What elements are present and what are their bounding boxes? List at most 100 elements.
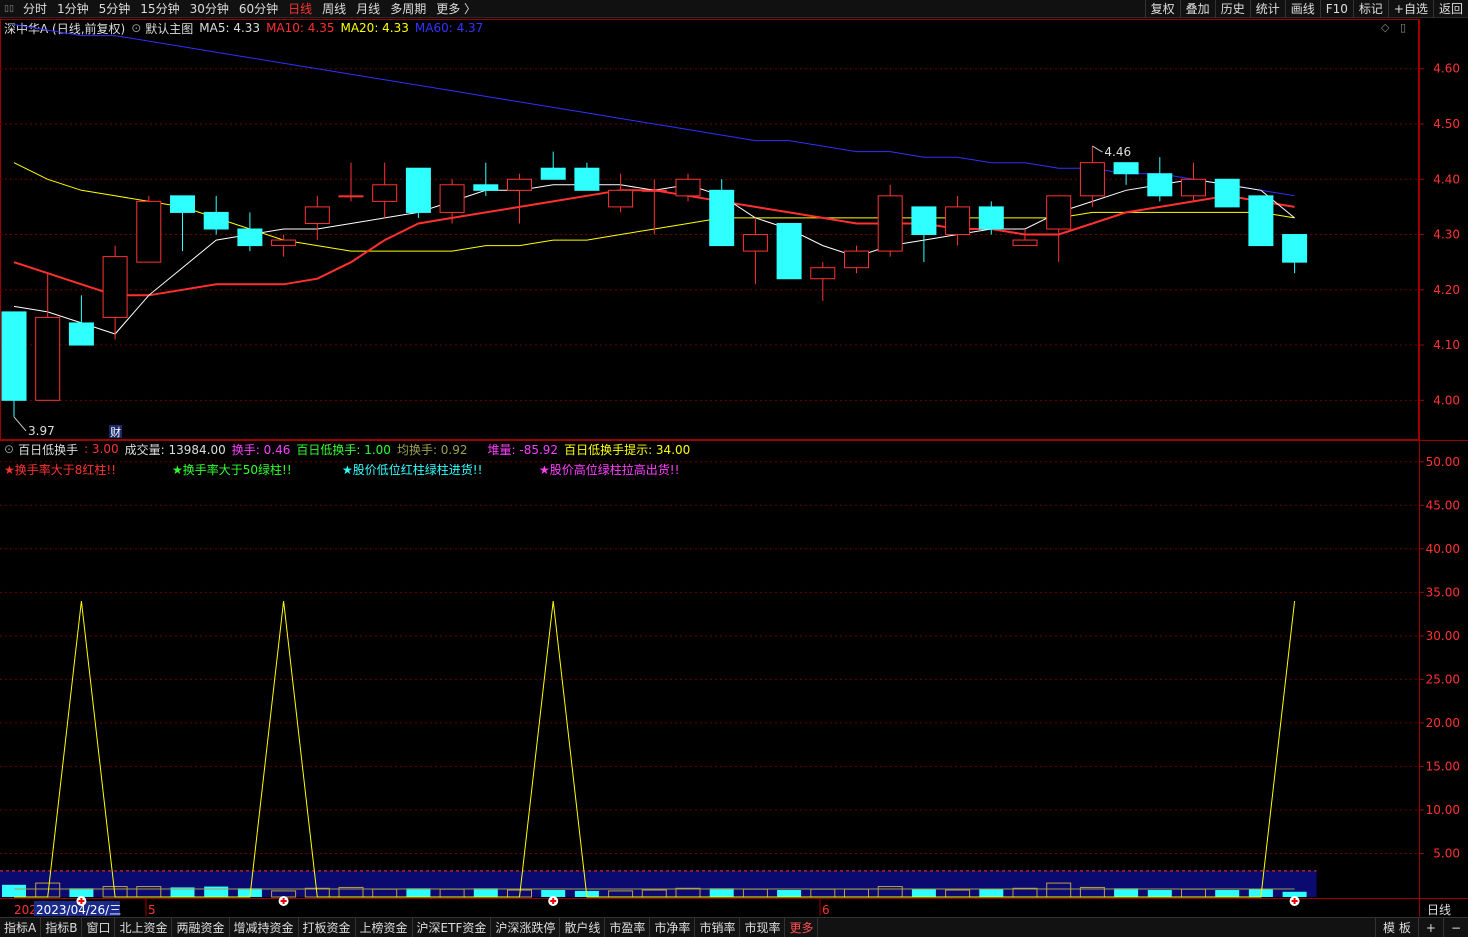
bottom-tab-12[interactable]: 市净率 (650, 917, 696, 937)
period-tab-10[interactable]: 更多 〉 (431, 0, 481, 18)
period-tab-5[interactable]: 60分钟 (234, 0, 283, 18)
candle (1147, 157, 1173, 202)
month-6-label: 6 (822, 903, 830, 917)
candle-body-down (68, 322, 94, 346)
candle-body-down (1, 311, 27, 401)
candle-body-up (304, 206, 330, 224)
candle-body-up (1046, 195, 1072, 230)
bottom-right-button-2[interactable]: − (1442, 918, 1468, 937)
sub-tick-label: 30.00 (1426, 629, 1460, 643)
bottom-tab-8[interactable]: 沪深ETF资金 (413, 917, 492, 937)
bottom-tab-14[interactable]: 市现率 (740, 917, 786, 937)
bottom-tab-1[interactable]: 指标B (41, 917, 83, 937)
period-tab-8[interactable]: 月线 (351, 0, 385, 18)
bottom-tab-2[interactable]: 窗口 (82, 917, 116, 937)
turnover-bar-down (69, 888, 94, 897)
candle-body-up (1181, 178, 1206, 197)
kline-chart[interactable]: 4.60 4.50 4.40 4.30 4.20 4.10 4.00 50.00 45.00 4… (0, 19, 1468, 917)
hint-line (14, 600, 1296, 898)
period-tab-4[interactable]: 30分钟 (185, 0, 234, 18)
candle-body-up (608, 189, 634, 208)
candle-body-down (473, 184, 499, 191)
toolbar-button-8[interactable]: 返回 (1432, 0, 1468, 18)
candle-body-up (507, 178, 532, 191)
bottom-tab-0[interactable]: 指标A (0, 917, 42, 937)
candle (1012, 229, 1038, 247)
bottom-tab-11[interactable]: 市盈率 (605, 917, 651, 937)
turnover-bar-down (979, 889, 1004, 897)
bottom-tab-bar: 指标A 指标B 窗口 北上资金 两融资金 增减持资金 打板资金 上榜资金 沪深ETF资金 沪深涨跌… (0, 917, 1468, 937)
candle-body-down (170, 195, 195, 213)
candle (742, 217, 768, 285)
candle-body-down (237, 228, 263, 247)
candle (1, 311, 27, 417)
candle-body-down (1282, 234, 1308, 263)
bottom-tab-4[interactable]: 两融资金 (172, 917, 230, 937)
toolbar-button-7[interactable]: +自选 (1387, 0, 1433, 18)
toolbar-button-4[interactable]: 画线 (1284, 0, 1320, 18)
period-tab-9[interactable]: 多周期 (385, 0, 431, 18)
candle (709, 179, 735, 247)
sub-tick-label: 15.00 (1426, 759, 1460, 773)
candle-body-up (641, 189, 667, 192)
toolbar-button-5[interactable]: F10 (1319, 0, 1353, 18)
candle (405, 167, 431, 218)
bottom-tab-9[interactable]: 沪深涨跌停 (491, 917, 561, 937)
candle-body-up (877, 195, 903, 252)
turnover-bar-down (709, 888, 734, 897)
candle (338, 162, 364, 202)
date-axis: 202 2023/04/26/三 5 6 日线 (14, 896, 1451, 917)
period-tab-1[interactable]: 1分钟 (52, 0, 94, 18)
period-tab-6[interactable]: 日线 (283, 0, 317, 18)
high-label: 4.46 (1104, 145, 1131, 159)
bottom-right-button-1[interactable]: + (1417, 918, 1443, 937)
bottom-right-button-0[interactable]: 模 板 (1375, 918, 1418, 937)
bottom-tab-10[interactable]: 散户线 (560, 917, 606, 937)
candle (540, 151, 566, 180)
candle (1079, 146, 1105, 207)
candle-body-down (405, 167, 431, 213)
candle (170, 195, 195, 252)
turnover-bar-down (1147, 890, 1172, 897)
bottom-tab-6[interactable]: 打板资金 (299, 917, 356, 937)
candle (945, 195, 971, 246)
hint-line-path (14, 600, 1296, 898)
toolbar-button-0[interactable]: 复权 (1144, 0, 1180, 18)
candle (810, 262, 836, 301)
candle-body-down (1113, 162, 1139, 175)
period-tab-2[interactable]: 5分钟 (94, 0, 136, 18)
price-tick-label: 4.10 (1433, 338, 1460, 352)
candle (844, 245, 869, 274)
period-tab-3[interactable]: 15分钟 (135, 0, 184, 18)
turnover-bar-down (1215, 890, 1240, 897)
candle-body-up (945, 206, 971, 236)
candle (574, 162, 600, 191)
candle (304, 195, 330, 241)
bottom-tab-3[interactable]: 北上资金 (115, 917, 173, 937)
price-tick-label: 4.20 (1433, 283, 1460, 297)
toolbar-grip-icon[interactable]: ▯▯ (0, 0, 18, 18)
candle (911, 206, 937, 263)
toolbar-button-2[interactable]: 历史 (1214, 0, 1250, 18)
bottom-tab-5[interactable]: 增减持资金 (230, 917, 299, 937)
toolbar-button-1[interactable]: 叠加 (1179, 0, 1215, 18)
bottom-tab-13[interactable]: 市销率 (695, 917, 741, 937)
price-tick-label: 4.60 (1433, 62, 1460, 76)
period-tabs: 分时 1分钟 5分钟 15分钟 30分钟 60分钟 日线 周线 月线 多周期 更多 〉 (18, 0, 481, 18)
period-tab-0[interactable]: 分时 (18, 0, 52, 18)
candle-body-up (810, 267, 836, 280)
toolbar-button-6[interactable]: 标记 (1352, 0, 1388, 18)
candle-body-up (1012, 239, 1038, 247)
sub-tick-label: 25.00 (1426, 672, 1460, 686)
toolbar-button-3[interactable]: 统计 (1249, 0, 1285, 18)
period-tab-7[interactable]: 周线 (317, 0, 351, 18)
candle (102, 245, 128, 340)
bottom-tab-7[interactable]: 上榜资金 (356, 917, 413, 937)
annotations: 4.46 3.97 财 (13, 145, 1131, 439)
candle-body-up (35, 316, 61, 401)
bottom-tab-15[interactable]: 更多 (785, 917, 819, 937)
candle-body-down (978, 206, 1004, 230)
candle (237, 212, 263, 252)
high-pointer (1092, 145, 1103, 153)
candle (203, 195, 229, 235)
